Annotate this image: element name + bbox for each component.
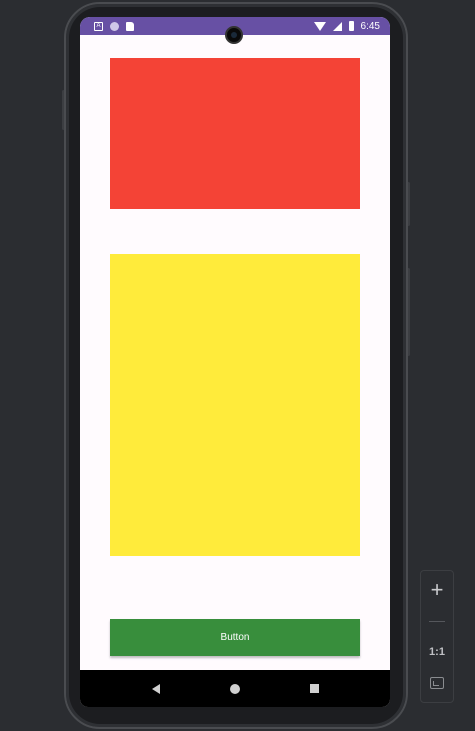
home-icon[interactable] [229, 683, 240, 694]
fit-screen-button[interactable] [425, 671, 449, 695]
yellow-box [110, 254, 360, 556]
actual-size-button[interactable]: 1:1 [425, 640, 449, 664]
red-box [110, 58, 360, 209]
zoom-toolbar: + 1:1 [420, 570, 454, 703]
front-camera [225, 26, 243, 44]
fit-screen-icon [430, 676, 444, 689]
status-time: 6:45 [360, 20, 380, 32]
main-button[interactable]: Button [110, 619, 360, 656]
device-screen: A 6:45 Button [80, 17, 390, 707]
zoom-in-button[interactable]: + [425, 578, 449, 602]
circle-status-icon [110, 21, 119, 31]
navigation-bar [80, 670, 390, 707]
signal-icon [332, 21, 342, 31]
battery-icon [348, 21, 354, 31]
status-right-icons: 6:45 [313, 20, 380, 32]
zoom-out-icon [429, 620, 445, 622]
zoom-in-icon: + [430, 577, 444, 603]
emulator-stage: A 6:45 Button + 1:1 [0, 0, 475, 731]
zoom-ratio-label: 1:1 [429, 645, 445, 658]
status-left-icons: A [94, 21, 134, 31]
back-icon[interactable] [151, 683, 160, 694]
wifi-icon [313, 21, 326, 31]
zoom-out-button[interactable] [425, 609, 449, 633]
recents-icon[interactable] [309, 684, 319, 693]
sd-card-icon [126, 21, 134, 31]
notification-a-icon: A [94, 21, 103, 31]
